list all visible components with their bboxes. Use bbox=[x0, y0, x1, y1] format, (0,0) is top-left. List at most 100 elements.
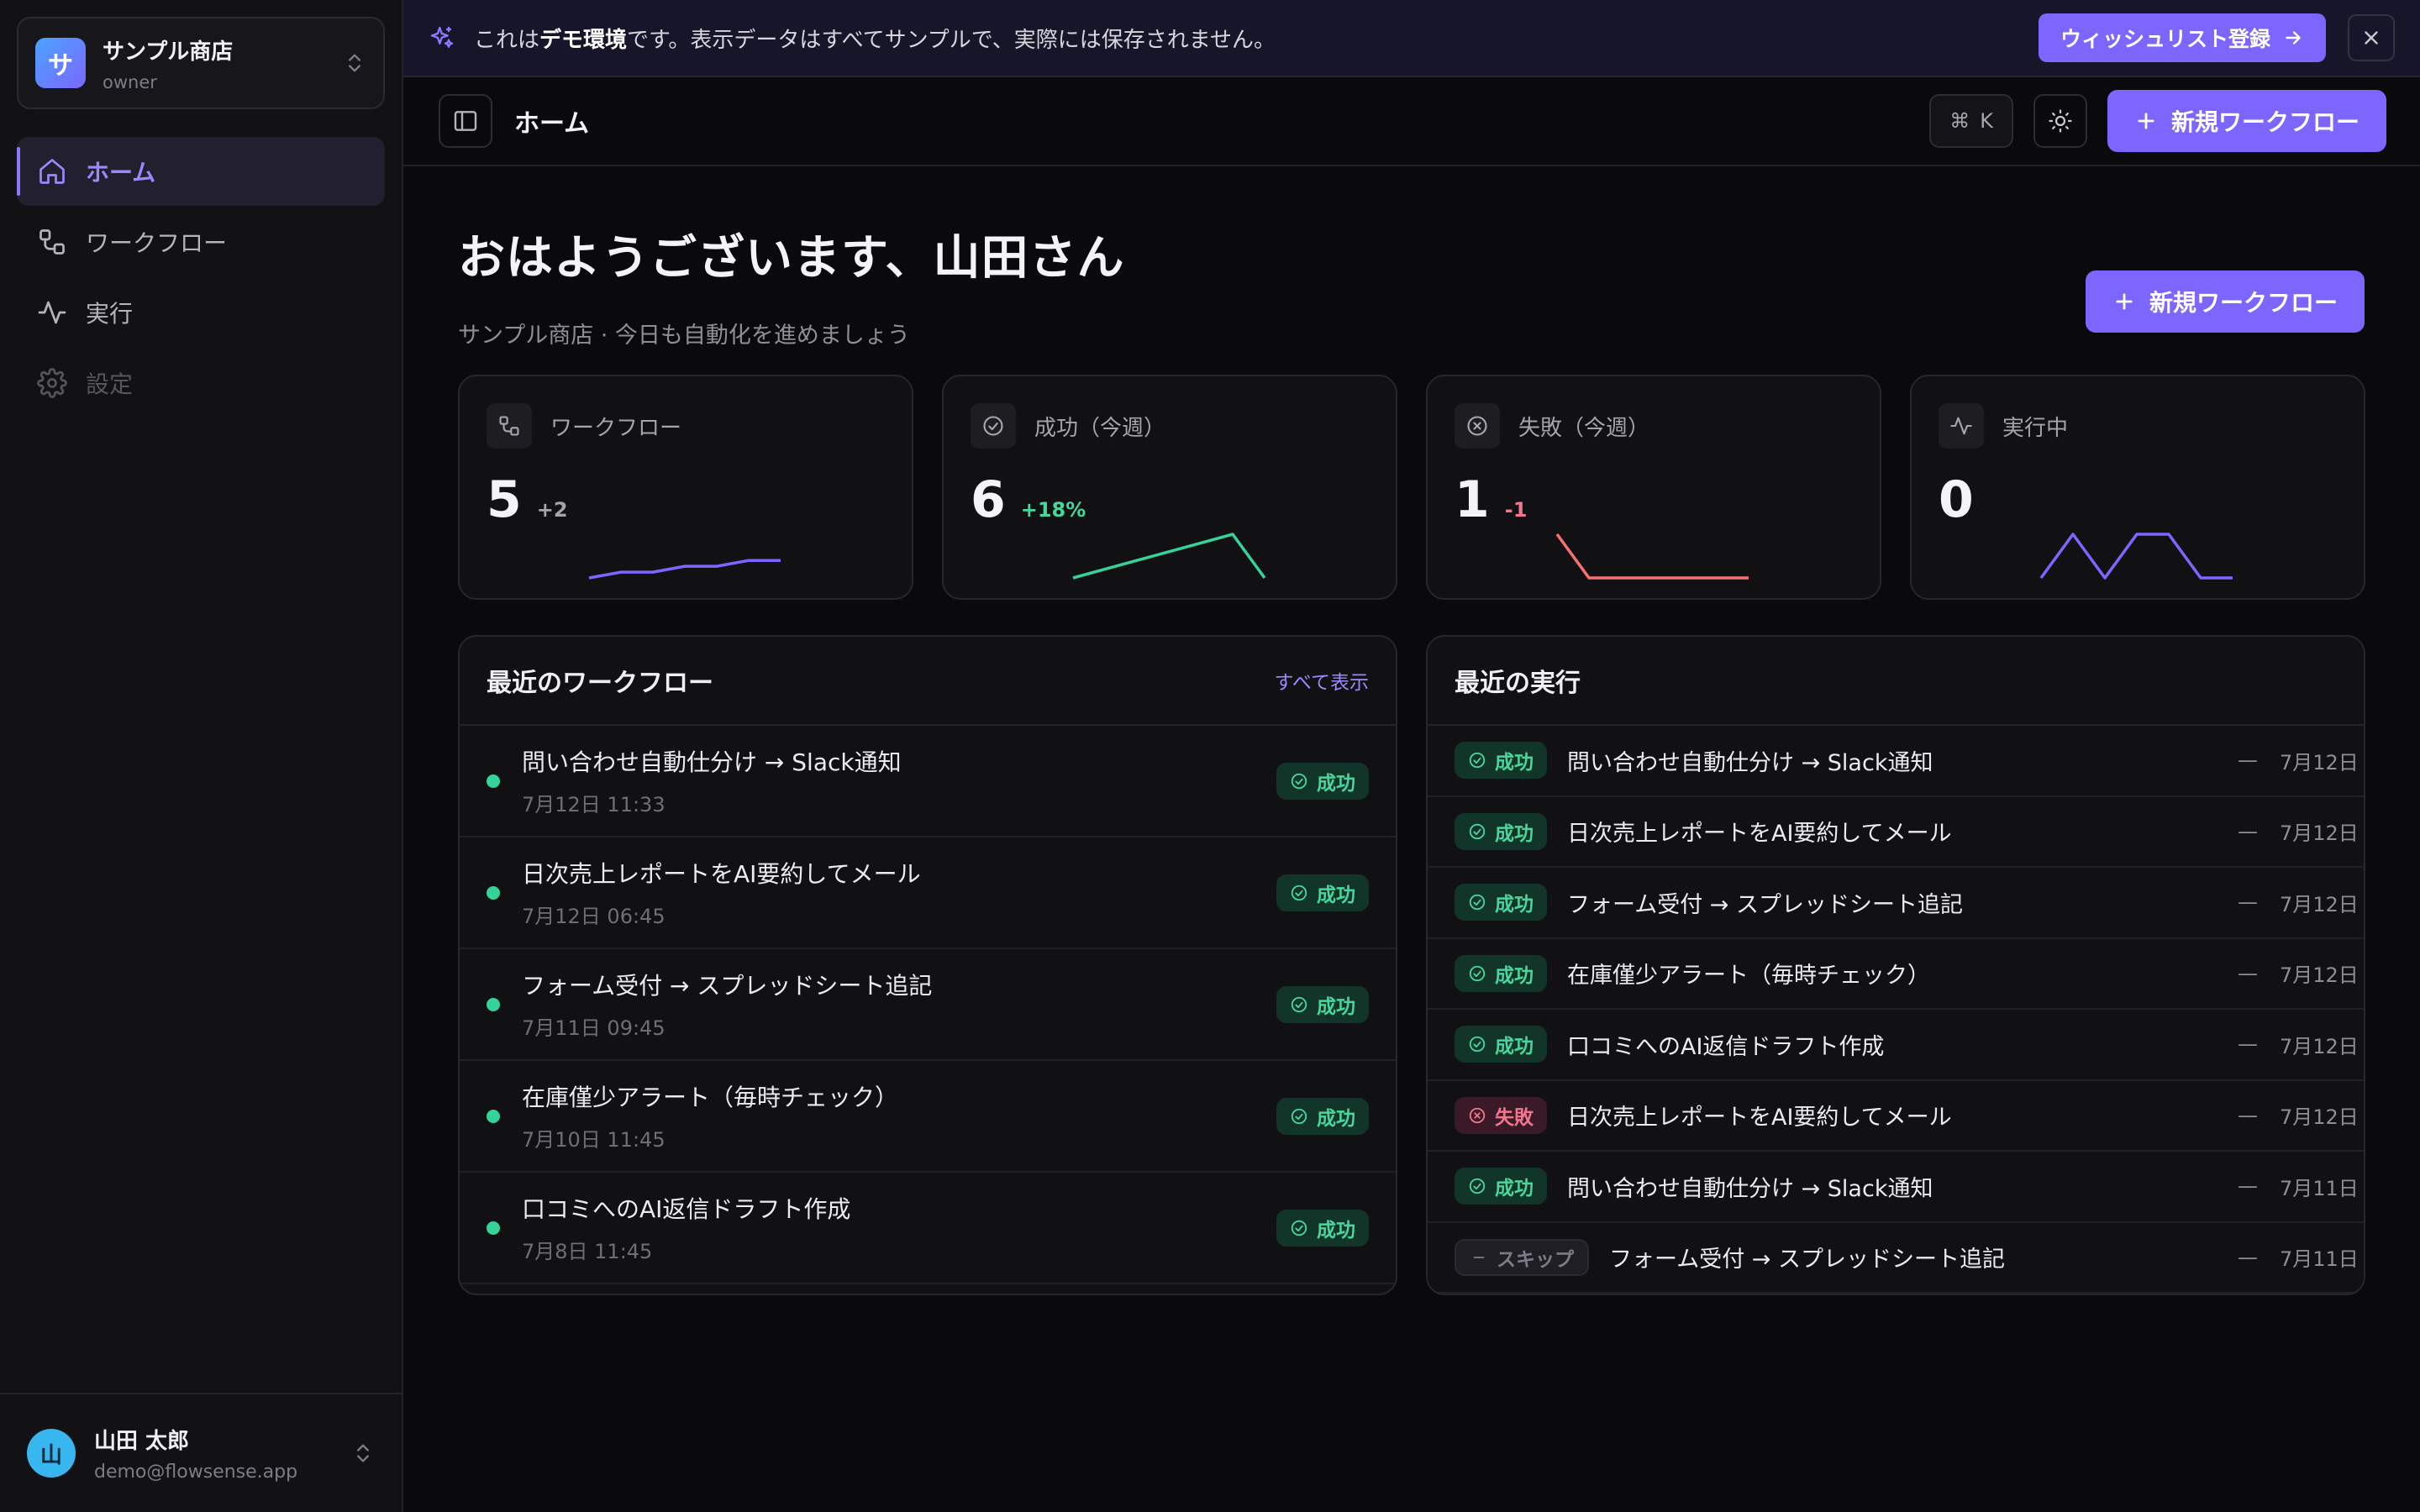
sparkles-icon bbox=[429, 24, 455, 51]
list-item[interactable]: 問い合わせ自動仕分け → Slack通知 7月12日 11:33 成功 bbox=[460, 726, 1396, 837]
stat-value: 0 bbox=[1939, 470, 1974, 529]
stat-card-failed[interactable]: 失敗（今週） 1 -1 bbox=[1426, 375, 1881, 600]
sidebar-item-home[interactable]: ホーム bbox=[17, 137, 385, 206]
stat-card-workflows[interactable]: ワークフロー 5 +2 bbox=[458, 375, 913, 600]
check-circle-icon bbox=[1468, 751, 1486, 769]
user-menu[interactable]: 山 山田 太郎 demo@flowsense.app bbox=[0, 1393, 402, 1512]
sidebar-item-settings[interactable]: 設定 bbox=[17, 349, 385, 417]
status-badge: 成功 bbox=[1276, 874, 1369, 911]
status-badge: 成功 bbox=[1455, 812, 1547, 850]
workflow-name: 問い合わせ自動仕分け → Slack通知 bbox=[522, 748, 902, 776]
workspace-switcher[interactable]: サ サンプル商店 owner bbox=[17, 17, 385, 109]
list-item[interactable]: 口コミへのAI返信ドラフト作成 7月8日 11:45 成功 bbox=[460, 1173, 1396, 1284]
workspace-name: サンプル商店 bbox=[103, 39, 234, 65]
stat-delta: -1 bbox=[1504, 498, 1528, 522]
arrow-right-icon bbox=[2282, 27, 2304, 49]
command-palette-button[interactable]: ⌘ K bbox=[1929, 94, 2013, 148]
run-time: 7月12日 10:3 bbox=[2280, 892, 2364, 916]
check-circle-icon bbox=[1290, 1219, 1308, 1237]
sidebar-panel-icon bbox=[452, 108, 479, 134]
table-row[interactable]: 成功フォーム受付 → スプレッドシート追記 — 7月12日 10:3 bbox=[1428, 868, 2364, 939]
run-duration: — bbox=[2238, 1032, 2258, 1057]
workflow-list: 問い合わせ自動仕分け → Slack通知 7月12日 11:33 成功 日次売上レポー… bbox=[460, 726, 1396, 1284]
stat-label: 実行中 bbox=[2002, 415, 2069, 441]
check-circle-icon bbox=[971, 403, 1016, 449]
x-circle-icon bbox=[1468, 1106, 1486, 1125]
workflow-time: 7月8日 11:45 bbox=[522, 1240, 653, 1263]
table-row[interactable]: 成功問い合わせ自動仕分け → Slack通知 — 7月11日 09:4 bbox=[1428, 1152, 2364, 1223]
view-all-link[interactable]: すべて表示 bbox=[1275, 666, 1369, 695]
workflow-name: 口コミへのAI返信ドラフト作成 bbox=[522, 1195, 851, 1223]
run-duration: — bbox=[2238, 1103, 2258, 1127]
table-row[interactable]: 成功問い合わせ自動仕分け → Slack通知 — 7月12日 11:42 bbox=[1428, 726, 2364, 797]
demo-banner: これはデモ環境です。表示データはすべてサンプルで、実際には保存されません。 ウィ… bbox=[403, 0, 2420, 77]
run-duration: — bbox=[2238, 1174, 2258, 1199]
status-dot bbox=[487, 774, 500, 788]
close-banner-button[interactable] bbox=[2348, 14, 2395, 61]
banner-text: これはデモ環境です。表示データはすべてサンプルで、実際には保存されません。 bbox=[474, 27, 1276, 53]
stat-delta: +2 bbox=[536, 498, 568, 522]
sidebar-item-label: ワークフロー bbox=[86, 229, 228, 257]
stat-card-success[interactable]: 成功（今週） 6 +18% bbox=[942, 375, 1397, 600]
workspace-role: owner bbox=[103, 71, 157, 92]
workflow-time: 7月10日 11:45 bbox=[522, 1128, 666, 1152]
sidebar-item-workflows[interactable]: ワークフロー bbox=[17, 207, 385, 276]
stat-label: ワークフロー bbox=[550, 415, 682, 441]
list-item[interactable]: 在庫僅少アラート（毎時チェック） 7月10日 11:45 成功 bbox=[460, 1061, 1396, 1173]
activity-icon bbox=[37, 297, 67, 328]
list-item[interactable]: 日次売上レポートをAI要約してメール 7月12日 06:45 成功 bbox=[460, 837, 1396, 949]
command-icon: ⌘ bbox=[1949, 109, 1970, 133]
home-icon bbox=[37, 156, 67, 186]
sparkline-chart bbox=[2039, 533, 2233, 580]
stat-card-running[interactable]: 実行中 0 bbox=[1910, 375, 2365, 600]
run-time: 7月12日 06:4 bbox=[2280, 1105, 2364, 1130]
table-row[interactable]: スキップフォーム受付 → スプレッドシート追記 — 7月11日 07:4 bbox=[1428, 1223, 2364, 1294]
status-badge: 成功 bbox=[1455, 884, 1547, 921]
sidebar: サ サンプル商店 owner ホーム ワークフロー 実行 設定 山 山田 太郎 … bbox=[0, 0, 403, 1512]
table-row[interactable]: 失敗日次売上レポートをAI要約してメール — 7月12日 06:4 bbox=[1428, 1081, 2364, 1152]
run-name: 口コミへのAI返信ドラフト作成 bbox=[1567, 1033, 1885, 1060]
stat-value: 1 bbox=[1455, 470, 1490, 529]
stat-delta: +18% bbox=[1020, 498, 1086, 522]
stats-row: ワークフロー 5 +2 成功（今週） 6 +18% 失敗（今週） 1 -1 実行… bbox=[458, 375, 2365, 600]
sidebar-toggle-button[interactable] bbox=[439, 94, 492, 148]
run-name: フォーム受付 → スプレッドシート追記 bbox=[1609, 1247, 2005, 1273]
run-list: 成功問い合わせ自動仕分け → Slack通知—7月12日 11:42成功日次売上… bbox=[1428, 726, 2364, 1294]
workspace-avatar: サ bbox=[35, 38, 86, 88]
stat-value: 6 bbox=[971, 470, 1006, 529]
run-name: 日次売上レポートをAI要約してメール bbox=[1567, 821, 1952, 848]
greeting-subtitle: サンプル商店 · 今日も自動化を進めましょう bbox=[458, 323, 910, 349]
plus-icon bbox=[2112, 290, 2136, 313]
sparkline-series bbox=[588, 559, 781, 580]
check-circle-icon bbox=[1468, 1177, 1486, 1195]
sparkline-chart bbox=[1555, 533, 1749, 580]
workflow-time: 7月11日 09:45 bbox=[522, 1016, 666, 1040]
status-dot bbox=[487, 885, 500, 900]
table-row[interactable]: 成功口コミへのAI返信ドラフト作成 — 7月12日 08:4 bbox=[1428, 1010, 2364, 1081]
workflow-name: フォーム受付 → スプレッドシート追記 bbox=[522, 972, 933, 1000]
close-icon bbox=[2360, 27, 2382, 49]
table-row[interactable]: 成功在庫僅少アラート（毎時チェック） — 7月12日 09:4 bbox=[1428, 939, 2364, 1010]
wishlist-button[interactable]: ウィッシュリスト登録 bbox=[2038, 13, 2326, 62]
chevron-up-down-icon bbox=[343, 51, 366, 75]
check-circle-icon bbox=[1290, 772, 1308, 790]
theme-toggle-button[interactable] bbox=[2033, 94, 2087, 148]
recent-workflows-panel: 最近のワークフロー すべて表示 問い合わせ自動仕分け → Slack通知 7月12… bbox=[458, 635, 1397, 1295]
sidebar-item-label: 設定 bbox=[86, 370, 134, 398]
workflow-name: 日次売上レポートをAI要約してメール bbox=[522, 860, 921, 888]
status-badge: 成功 bbox=[1455, 1168, 1547, 1205]
new-workflow-cta-button[interactable]: 新規ワークフロー bbox=[2085, 270, 2365, 333]
run-time: 7月12日 11:03 bbox=[2280, 822, 2364, 846]
run-name: フォーム受付 → スプレッドシート追記 bbox=[1567, 891, 1963, 918]
table-row[interactable]: 成功日次売上レポートをAI要約してメール — 7月12日 11:03 bbox=[1428, 797, 2364, 868]
panel-title: 最近のワークフロー bbox=[487, 669, 713, 698]
workflow-time: 7月12日 06:45 bbox=[522, 905, 666, 928]
status-badge: 成功 bbox=[1276, 1209, 1369, 1247]
sparkline-chart bbox=[588, 559, 781, 580]
new-workflow-button[interactable]: 新規ワークフロー bbox=[2107, 90, 2386, 152]
sidebar-item-runs[interactable]: 実行 bbox=[17, 278, 385, 347]
run-duration: — bbox=[2238, 819, 2258, 843]
sidebar-item-label: ホーム bbox=[86, 159, 156, 186]
sparkline-chart bbox=[1072, 533, 1266, 580]
list-item[interactable]: フォーム受付 → スプレッドシート追記 7月11日 09:45 成功 bbox=[460, 949, 1396, 1061]
